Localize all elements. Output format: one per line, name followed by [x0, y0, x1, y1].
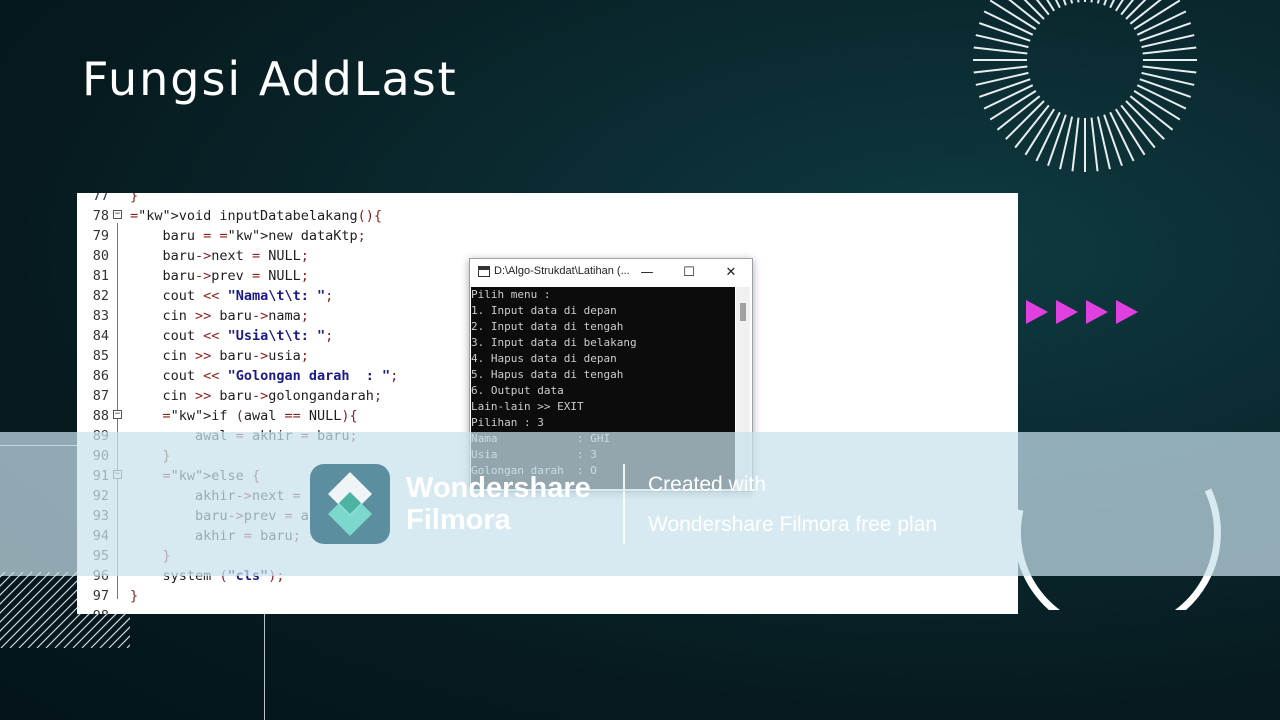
line-number: 77 — [92, 193, 109, 204]
decorative-line-vertical — [264, 598, 265, 720]
line-number: 98 — [77, 606, 109, 614]
code-text: baru->prev = NULL; — [130, 268, 309, 284]
play-arrows-decoration — [1026, 300, 1138, 324]
watermark-created-text: Created with — [648, 473, 766, 496]
line-number: 85 — [92, 348, 109, 364]
line-number: 80 — [92, 248, 109, 264]
filmora-watermark: Wondershare Filmora Created with Wonders… — [0, 432, 1280, 576]
watermark-divider — [623, 464, 625, 544]
watermark-brand-line2: Filmora — [406, 504, 511, 536]
fold-toggle-icon[interactable]: − — [113, 410, 122, 419]
code-text: cin >> baru->nama; — [130, 308, 309, 324]
line-number: 88 — [92, 408, 109, 424]
line-number: 83 — [92, 308, 109, 324]
console-line: 1. Input data di depan — [471, 304, 617, 317]
line-number: 84 — [92, 328, 109, 344]
code-text: cin >> baru->golongandarah; — [130, 388, 383, 404]
code-text: cin >> baru->usia; — [130, 348, 309, 364]
console-title: D:\Algo-Strukdat\Latihan (... — [494, 265, 630, 277]
fold-toggle-icon[interactable]: − — [113, 210, 122, 219]
line-number: 86 — [92, 368, 109, 384]
watermark-brand: Wondershare Filmora — [406, 472, 591, 536]
line-number: 79 — [92, 228, 109, 244]
line-number: 82 — [92, 288, 109, 304]
code-text: baru = ="kw">new dataKtp; — [130, 228, 366, 244]
watermark-plan-text: Wondershare Filmora free plan — [648, 513, 938, 536]
line-number: 81 — [92, 268, 109, 284]
maximize-button[interactable]: ☐ — [668, 259, 710, 286]
code-text: cout << "Usia\t\t: "; — [130, 328, 334, 344]
sunburst-decoration — [973, 0, 1197, 172]
console-line: 6. Output data — [471, 384, 564, 397]
line-number: 78 — [92, 208, 109, 224]
console-line: 3. Input data di belakang — [471, 336, 637, 349]
code-line[interactable]: 79 baru = ="kw">new dataKtp; — [77, 226, 1018, 246]
watermark-brand-line1: Wondershare — [406, 472, 591, 504]
code-text: ="kw">void inputDatabelakang(){ — [130, 208, 383, 224]
code-line[interactable]: 97} — [77, 586, 1018, 606]
filmora-logo-icon — [310, 464, 390, 544]
code-text: } — [130, 588, 139, 604]
close-button[interactable]: ✕ — [710, 259, 752, 286]
console-app-icon — [478, 266, 490, 277]
code-text: cout << "Golongan darah : "; — [130, 368, 399, 384]
line-number: 87 — [92, 388, 109, 404]
line-number: 97 — [92, 588, 109, 604]
code-text: ="kw">if (awal == NULL){ — [162, 408, 358, 424]
code-text: } — [130, 193, 139, 204]
console-line: 4. Hapus data di depan — [471, 352, 617, 365]
code-text: cout << "Nama\t\t: "; — [130, 288, 334, 304]
slide-title: Fungsi AddLast — [82, 52, 458, 106]
console-line: Lain-lain >> EXIT — [471, 400, 584, 413]
console-line: 5. Hapus data di tengah — [471, 368, 624, 381]
code-line[interactable]: 78− ="kw">void inputDatabelakang(){ — [77, 206, 1018, 226]
code-line[interactable]: 77} — [77, 193, 1018, 206]
minimize-button[interactable]: — — [626, 259, 668, 286]
console-line: Pilihan : 3 — [471, 416, 544, 429]
console-line: Pilih menu : — [471, 288, 551, 301]
console-titlebar[interactable]: D:\Algo-Strukdat\Latihan (... — ☐ ✕ — [470, 259, 752, 286]
console-line: 2. Input data di tengah — [471, 320, 624, 333]
code-line[interactable]: 98 — [77, 606, 1018, 614]
scrollbar-thumb[interactable] — [740, 303, 746, 321]
code-text: baru->next = NULL; — [130, 248, 309, 264]
